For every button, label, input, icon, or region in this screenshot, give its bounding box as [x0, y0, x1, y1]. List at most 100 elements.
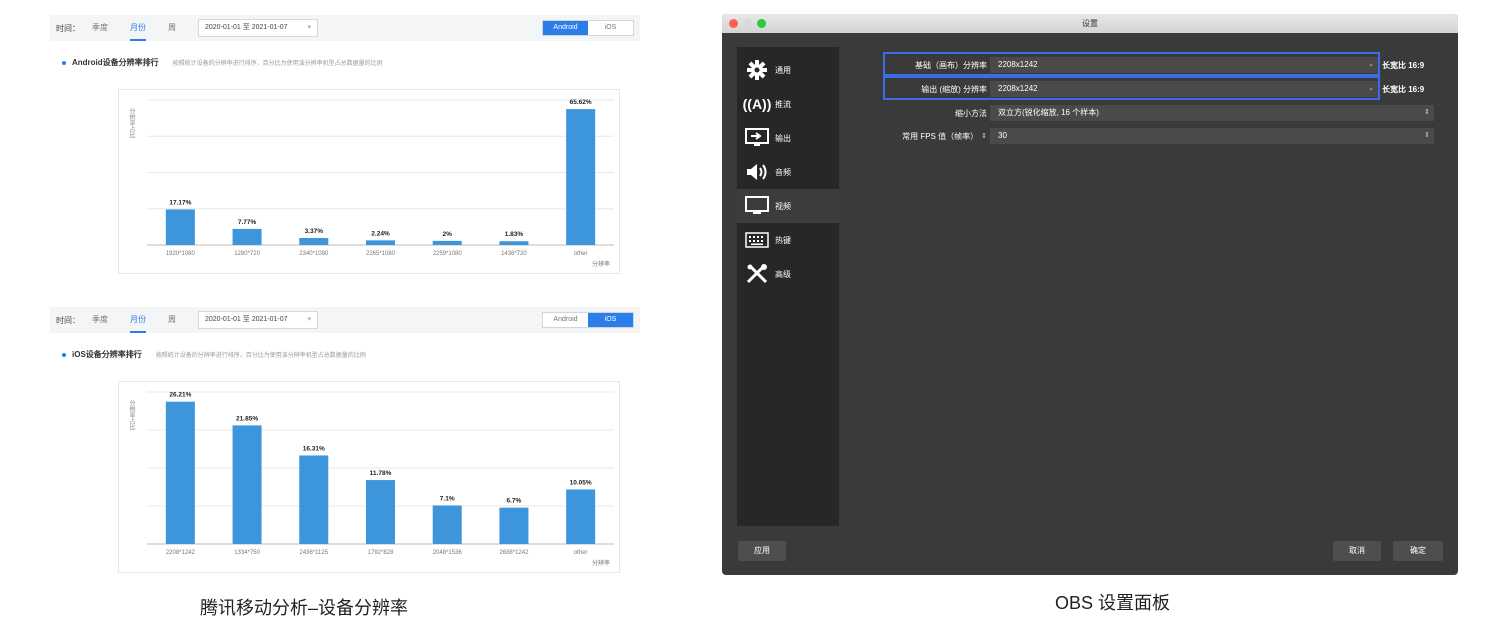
- tick-label: 1920*1080: [166, 251, 196, 257]
- tab-month[interactable]: 月份: [130, 15, 146, 41]
- platform-ios-button[interactable]: iOS: [588, 313, 633, 327]
- right-caption: OBS 设置面板: [1055, 593, 1171, 613]
- data-label: 7.1%: [440, 495, 455, 502]
- downscale-label: 缩小方法: [955, 108, 987, 118]
- platform-android-button[interactable]: Android: [543, 21, 588, 35]
- left-caption: 腾讯移动分析–设备分辨率: [200, 598, 409, 618]
- data-label: 10.05%: [570, 479, 592, 486]
- tick-label: 1280*720: [234, 251, 260, 257]
- sidebar-item-label: 音频: [775, 167, 791, 177]
- fps-select[interactable]: 30 ⇕: [990, 128, 1434, 144]
- tools-icon: [743, 262, 771, 286]
- updown-icon: ⇕: [1424, 109, 1430, 116]
- tab-week[interactable]: 周: [168, 15, 176, 41]
- sidebar-item-label: 高级: [775, 269, 791, 279]
- section-description: 按照统计设备的分辨率进行排序，百分比为使用该分辨率机型占总数据量的比例: [155, 353, 366, 359]
- platform-android-button[interactable]: Android: [543, 313, 588, 327]
- section-heading: iOS设备分辨率排行 按照统计设备的分辨率进行排序，百分比为使用该分辨率机型占总…: [62, 349, 640, 360]
- tick-label: 2208*1242: [166, 550, 196, 556]
- section-title: iOS设备分辨率排行: [72, 350, 142, 359]
- android-resolution-chart: 分辨率占比 17.17% 1920*1080 7.77% 1280*720 3.37% 23…: [118, 89, 620, 274]
- fps-label[interactable]: 常用 FPS 值（帧率）: [902, 131, 978, 142]
- data-label: 6.7%: [507, 498, 522, 505]
- keyboard-icon: [743, 228, 771, 252]
- cancel-button[interactable]: 取消: [1333, 541, 1381, 561]
- settings-sidebar: 通用 ((A)) 推流 输出 音频 视频 热键 高级: [737, 47, 839, 526]
- monitor-icon: [743, 194, 771, 218]
- bar: [566, 489, 596, 544]
- ios-chart-svg: 分辨率占比 26.21% 2208*1242 21.85% 1334*750 16.31%…: [128, 391, 614, 567]
- date-range-picker[interactable]: 2020-01-01 至 2021-01-07 ▾: [198, 311, 318, 329]
- data-label: 3.37%: [305, 228, 324, 235]
- antenna-icon: ((A)): [742, 96, 772, 112]
- tab-month[interactable]: 月份: [130, 307, 146, 333]
- sidebar-item-general[interactable]: 通用: [737, 53, 839, 87]
- tab-quarter[interactable]: 季度: [92, 15, 108, 41]
- sidebar-item-audio[interactable]: 音频: [737, 155, 839, 189]
- x-axis-label: 分辨率: [592, 559, 610, 567]
- sidebar-item-label: 视频: [775, 201, 791, 211]
- ios-panel: 时间： 季度 月份 周 2020-01-01 至 2021-01-07 ▾ An…: [50, 307, 640, 577]
- bar: [432, 505, 462, 544]
- tick-label: 2340*1080: [299, 251, 329, 257]
- sidebar-item-video[interactable]: 视频: [737, 189, 839, 223]
- base-resolution-highlight: [883, 52, 1380, 76]
- tick-label: 2048*1536: [433, 550, 463, 556]
- android-panel: 时间： 季度 月份 周 2020-01-01 至 2021-01-07 ▾ An…: [50, 15, 640, 285]
- bar: [232, 425, 262, 544]
- fps-value: 30: [998, 131, 1007, 140]
- sidebar-item-advanced[interactable]: 高级: [737, 257, 839, 291]
- data-label: 7.77%: [238, 219, 257, 226]
- bar: [366, 240, 395, 245]
- y-axis-label: 分辨率占比: [128, 399, 135, 431]
- tick-label: 2259*1080: [433, 251, 463, 257]
- tick-label: 2436*1125: [299, 550, 328, 556]
- sidebar-item-label: 通用: [775, 65, 791, 75]
- downscale-row: 缩小方法: [887, 105, 987, 121]
- bar: [432, 240, 462, 245]
- bar: [499, 507, 529, 544]
- sidebar-item-hotkeys[interactable]: 热键: [737, 223, 839, 257]
- tab-quarter[interactable]: 季度: [92, 307, 108, 333]
- downscale-value: 双立方(锐化缩放, 16 个样本): [998, 108, 1099, 117]
- bar: [499, 241, 529, 245]
- bar: [566, 109, 596, 245]
- bar: [165, 401, 195, 544]
- platform-ios-button[interactable]: iOS: [588, 21, 633, 35]
- data-label: 65.62%: [570, 99, 592, 106]
- downscale-select[interactable]: 双立方(锐化缩放, 16 个样本) ⇕: [990, 105, 1434, 121]
- apply-button[interactable]: 应用: [738, 541, 786, 561]
- data-label: 1.83%: [505, 231, 524, 238]
- obs-settings-window: 设置 通用 ((A)) 推流 输出 音频 视频 热键 高级 基础（画布）分辨率 …: [722, 14, 1458, 575]
- bar: [299, 238, 329, 245]
- sidebar-item-stream[interactable]: ((A)) 推流: [737, 87, 839, 121]
- ok-button[interactable]: 确定: [1393, 541, 1443, 561]
- minimize-window-button[interactable]: [743, 19, 752, 28]
- tick-label: 1334*750: [234, 550, 260, 556]
- date-range-picker[interactable]: 2020-01-01 至 2021-01-07 ▾: [198, 19, 318, 37]
- tick-label: 2688*1242: [499, 550, 529, 556]
- data-label: 21.85%: [236, 415, 258, 422]
- section-heading: Android设备分辨率排行 按照统计设备的分辨率进行排序，百分比为使用该分辨率…: [62, 57, 640, 68]
- close-window-button[interactable]: [729, 19, 738, 28]
- bullet-dot: [62, 60, 66, 65]
- base-aspect-text: 长宽比 16:9: [1382, 57, 1424, 73]
- zoom-window-button[interactable]: [757, 19, 766, 28]
- data-label: 11.78%: [370, 470, 392, 477]
- window-title: 设置: [1082, 19, 1098, 28]
- bar: [232, 228, 262, 245]
- data-label: 17.17%: [169, 199, 191, 206]
- speaker-icon: [743, 160, 771, 184]
- data-label: 26.21%: [169, 392, 191, 399]
- date-range-value: 2020-01-01 至 2021-01-07: [205, 24, 288, 31]
- bar: [299, 455, 329, 544]
- section-description: 按照统计设备的分辨率进行排序，百分比为使用该分辨率机型占总数据量的比例: [172, 61, 383, 67]
- output-aspect-text: 长宽比 16:9: [1382, 81, 1424, 97]
- data-label: 2.24%: [371, 230, 390, 237]
- tick-label: 1436*720: [501, 251, 527, 257]
- window-titlebar: 设置: [722, 14, 1458, 33]
- tab-week[interactable]: 周: [168, 307, 176, 333]
- sidebar-item-label: 输出: [775, 133, 791, 143]
- section-title: Android设备分辨率排行: [72, 58, 159, 67]
- sidebar-item-output[interactable]: 输出: [737, 121, 839, 155]
